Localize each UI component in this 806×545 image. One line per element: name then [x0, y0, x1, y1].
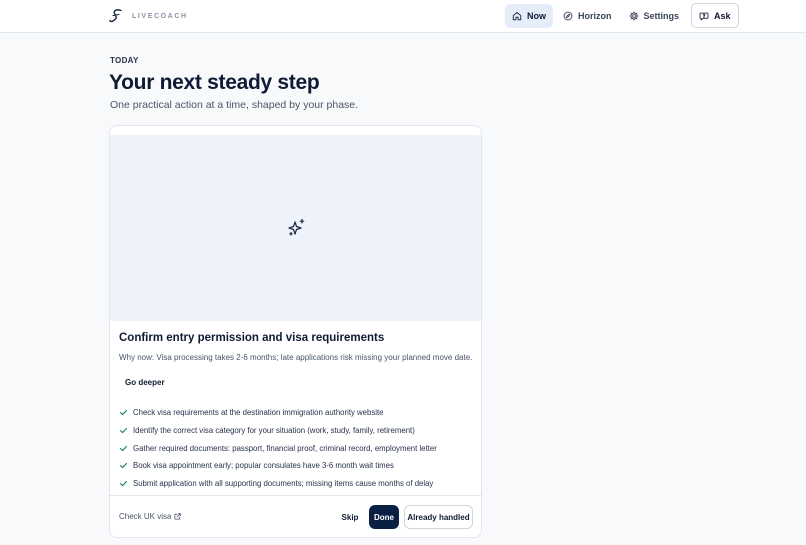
nav-label-ask: Ask [714, 10, 731, 21]
step-title: Confirm entry permission and visa requir… [119, 332, 385, 344]
help-circle-icon [699, 12, 709, 20]
check-icon [120, 481, 128, 487]
list-item: Gather required documents: passport, fin… [119, 439, 437, 457]
nav-item-settings[interactable]: Settings [622, 4, 687, 28]
nav-label-horizon: Horizon [578, 10, 612, 21]
external-link-label: Check UK visa [119, 512, 172, 521]
nav-item-now[interactable]: Now [505, 3, 553, 28]
checklist: Check visa requirements at the destinati… [119, 404, 437, 492]
card-hero [110, 135, 481, 321]
step-text: Identify the correct visa category for y… [133, 426, 415, 436]
logo-icon [109, 9, 122, 23]
list-item: Identify the correct visa category for y… [119, 422, 437, 440]
list-item: Check visa requirements at the destinati… [119, 404, 437, 422]
top-bar: LIVECOACH Now Horizon Settings Ask [0, 0, 806, 33]
skip-button[interactable]: Skip [336, 505, 364, 529]
step-text: Gather required documents: passport, fin… [133, 443, 437, 453]
main-nav: Now Horizon Settings Ask [505, 3, 742, 28]
done-button[interactable]: Done [369, 505, 399, 529]
why-now-text: Why now: Visa processing takes 2-6 month… [119, 353, 473, 362]
home-icon [512, 11, 522, 20]
check-icon [120, 427, 128, 434]
step-card: Confirm entry permission and visa requir… [109, 125, 482, 538]
check-icon [120, 445, 128, 451]
already-handled-button[interactable]: Already handled [404, 505, 473, 529]
page-title: Your next steady step [109, 71, 320, 94]
go-deeper-button[interactable]: Go deeper [119, 375, 171, 390]
card-divider [110, 495, 481, 496]
ask-button[interactable]: Ask [691, 3, 739, 28]
step-text: Submit application with all supporting d… [133, 479, 434, 489]
external-link[interactable]: Check UK visa [119, 512, 182, 521]
check-icon [120, 463, 128, 469]
check-icon [120, 410, 128, 416]
list-item: Book visa appointment early; popular con… [119, 457, 437, 475]
compass-icon [563, 11, 573, 20]
logo[interactable]: LIVECOACH [108, 8, 188, 24]
step-text: Check visa requirements at the destinati… [133, 408, 384, 418]
external-link-icon [174, 513, 182, 520]
nav-label-settings: Settings [643, 10, 680, 21]
gear-icon [628, 10, 639, 21]
page-subtitle: One practical action at a time, shaped b… [110, 99, 359, 111]
nav-label-now: Now [527, 10, 546, 21]
section-eyebrow: TODAY [110, 56, 139, 65]
step-text: Book visa appointment early; popular con… [133, 461, 394, 471]
sparkles-icon [287, 218, 304, 236]
nav-item-horizon[interactable]: Horizon [556, 4, 619, 28]
list-item: Submit application with all supporting d… [119, 475, 437, 493]
brand-name: LIVECOACH [132, 12, 188, 20]
